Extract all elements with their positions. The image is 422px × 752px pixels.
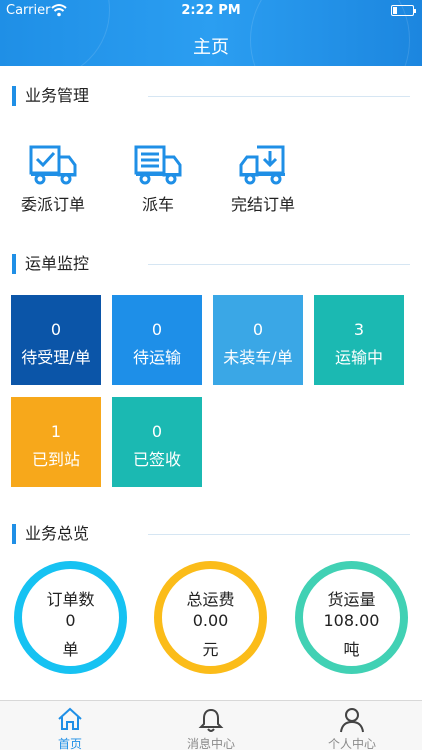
tile-count: 1: [50, 422, 62, 441]
overview-value: 0.00: [192, 611, 229, 630]
tile-pending-transport[interactable]: 0 待运输: [112, 295, 202, 385]
tab-messages[interactable]: 消息中心: [141, 701, 281, 751]
truck-list-icon: [134, 145, 182, 185]
section-waybill-monitor: 运单监控: [12, 254, 410, 274]
section-accent: [12, 524, 16, 544]
overview-unit: 吨: [343, 640, 360, 659]
tile-label: 待受理/单: [21, 348, 91, 367]
tile-label: 已签收: [132, 450, 181, 469]
tile-label: 已到站: [31, 450, 80, 469]
tile-arrived[interactable]: 1 已到站: [11, 397, 101, 487]
overview-title: 货运量: [327, 590, 376, 609]
overview-value: 108.00: [323, 611, 380, 630]
section-title: 运单监控: [25, 254, 90, 273]
overview-value: 0: [65, 611, 76, 630]
tile-not-loaded[interactable]: 0 未装车/单: [213, 295, 303, 385]
status-bar: Carrier 2:22 PM: [0, 0, 422, 22]
tile-count: 0: [50, 320, 62, 339]
overview-title: 订单数: [46, 590, 95, 609]
tile-label: 运输中: [334, 348, 383, 367]
section-title: 业务管理: [25, 86, 90, 105]
tile-count: 0: [252, 320, 264, 339]
tile-pending-accept[interactable]: 0 待受理/单: [11, 295, 101, 385]
home-icon: [58, 707, 82, 730]
delegate-order-label: 委派订单: [20, 195, 85, 214]
tab-label: 个人中心: [327, 737, 376, 751]
app-header: Carrier 2:22 PM 主页: [0, 0, 422, 66]
section-business-overview: 业务总览: [12, 524, 410, 544]
tab-bar: 首页 消息中心 个人中心: [0, 700, 422, 751]
dispatch-vehicle-button[interactable]: 派车: [113, 145, 203, 215]
completed-order-button[interactable]: 完结订单: [218, 145, 308, 215]
tab-profile[interactable]: 个人中心: [282, 701, 422, 751]
section-accent: [12, 254, 16, 274]
tab-label: 消息中心: [186, 737, 235, 751]
overview-total-freight: 总运费 0.00 元: [154, 561, 267, 674]
overview-unit: 元: [202, 640, 219, 659]
dispatch-vehicle-label: 派车: [141, 195, 174, 214]
battery-icon: [391, 5, 416, 16]
section-divider: [148, 264, 410, 265]
section-title: 业务总览: [25, 524, 90, 543]
delegate-order-button[interactable]: 委派订单: [8, 145, 98, 215]
page-title: 主页: [193, 37, 229, 58]
section-divider: [148, 96, 410, 97]
overview-unit: 单: [62, 640, 79, 659]
tab-home[interactable]: 首页: [0, 701, 140, 751]
overview-title: 总运费: [186, 590, 235, 609]
section-business-mgmt: 业务管理: [12, 86, 410, 106]
section-divider: [148, 534, 410, 535]
tile-label: 待运输: [132, 348, 181, 367]
tile-count: 0: [151, 422, 163, 441]
truck-check-icon: [29, 145, 77, 185]
overview-cargo-volume: 货运量 108.00 吨: [295, 561, 408, 674]
section-accent: [12, 86, 16, 106]
tile-count: 3: [353, 320, 365, 339]
tile-in-transit[interactable]: 3 运输中: [314, 295, 404, 385]
tile-count: 0: [151, 320, 163, 339]
truck-download-icon: [239, 145, 285, 185]
overview-order-count: 订单数 0 单: [14, 561, 127, 674]
person-icon: [340, 708, 364, 733]
tile-label: 未装车/单: [223, 348, 293, 367]
tab-label: 首页: [57, 737, 82, 751]
status-time: 2:22 PM: [181, 3, 241, 18]
tile-signed[interactable]: 0 已签收: [112, 397, 202, 487]
bell-icon: [198, 708, 224, 732]
completed-order-label: 完结订单: [230, 195, 295, 214]
